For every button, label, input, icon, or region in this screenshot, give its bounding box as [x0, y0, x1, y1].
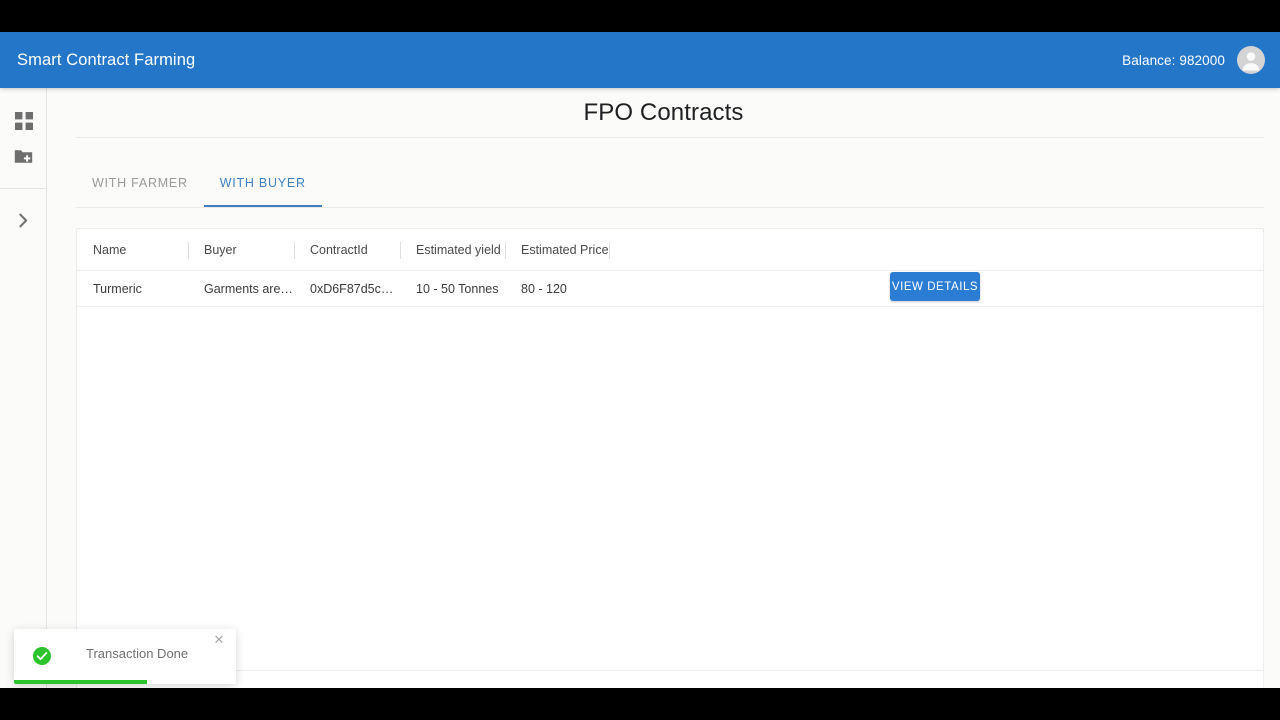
cell-name: Turmeric [93, 281, 142, 296]
grid-dashboard-icon [14, 112, 33, 130]
toast-progress-track [14, 680, 236, 684]
app-header-bar: Smart Contract Farming Balance: 982000 [0, 32, 1280, 88]
table-paginator: Rows per page: 100 1–1 of 1 [76, 671, 1264, 688]
column-header-buyer[interactable]: Buyer [188, 229, 294, 271]
chevron-right-icon [19, 213, 28, 227]
toast-message: Transaction Done [86, 646, 189, 661]
cell-estimated-yield: 10 - 50 Tonnes [416, 281, 499, 296]
letterbox-bottom-bar [0, 688, 1280, 720]
previous-page-button[interactable] [1179, 678, 1213, 688]
avatar[interactable] [1237, 46, 1265, 74]
column-header-actions [609, 229, 1263, 271]
column-header-estimated-price[interactable]: Estimated Price [505, 229, 609, 271]
sidebar-item-create[interactable] [0, 139, 47, 173]
browser-viewport: Smart Contract Farming Balance: 982000 F… [0, 32, 1280, 688]
column-header-contract-id[interactable]: ContractId [294, 229, 400, 271]
balance-label: Balance: 982000 [1122, 52, 1225, 68]
app-header-right-group: Balance: 982000 [1122, 46, 1265, 74]
sidebar-divider [0, 188, 47, 189]
column-header-estimated-yield[interactable]: Estimated yield [400, 229, 505, 271]
tab-with-buyer[interactable]: WITH BUYER [203, 159, 322, 207]
contracts-table: Name Buyer ContractId Estimated yield Es… [76, 228, 1264, 671]
next-page-button[interactable] [1213, 678, 1247, 688]
table-row[interactable]: Turmeric Garments are Us 0xD6F87d5c80a38… [77, 271, 1263, 307]
page-title: FPO Contracts [583, 98, 744, 126]
sidebar-rail [0, 88, 47, 688]
cell-buyer: Garments are Us [204, 281, 294, 296]
toast-progress-fill [14, 680, 148, 684]
app-title: Smart Contract Farming [17, 50, 196, 69]
contract-tabs: WITH FARMER WITH BUYER [76, 137, 1264, 208]
cell-estimated-price: 80 - 120 [521, 281, 567, 296]
toast-notification: Transaction Done ✕ [14, 629, 236, 684]
cell-contract-id: 0xD6F87d5c80a38… [310, 281, 400, 296]
tab-with-farmer[interactable]: WITH FARMER [76, 159, 204, 207]
sidebar-item-dashboard[interactable] [0, 104, 47, 138]
folder-add-icon [14, 149, 33, 163]
letterbox-top-bar [0, 0, 1280, 32]
person-avatar-icon [1242, 52, 1260, 71]
sidebar-item-expand[interactable] [0, 203, 47, 237]
table-header-row: Name Buyer ContractId Estimated yield Es… [77, 229, 1263, 271]
column-header-name[interactable]: Name [77, 229, 188, 271]
check-circle-icon [33, 647, 51, 665]
close-icon[interactable]: ✕ [210, 631, 228, 649]
